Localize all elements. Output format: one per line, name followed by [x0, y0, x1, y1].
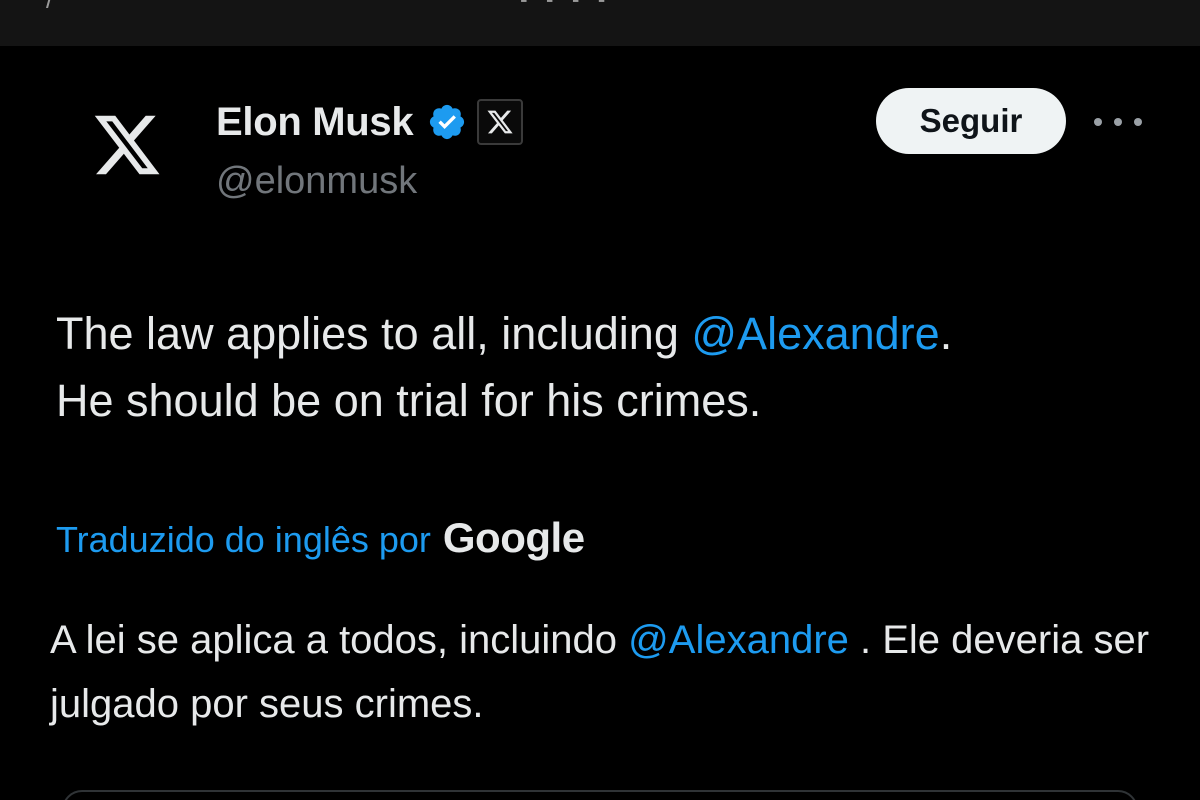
- tweet-text: The law applies to all, including @Alexa…: [56, 300, 1156, 434]
- display-name[interactable]: Elon Musk: [216, 96, 414, 148]
- translated-by-link[interactable]: Traduzido do inglês por: [56, 514, 431, 566]
- translated-text: A lei se aplica a todos, incluindo @Alex…: [50, 608, 1150, 736]
- author-row: Elon Musk: [216, 96, 524, 148]
- tweet-text-part: .: [939, 308, 953, 359]
- avatar[interactable]: [72, 90, 182, 200]
- dot: [1134, 118, 1142, 126]
- translation-attribution: Traduzido do inglês por Google: [56, 512, 585, 566]
- x-logo-icon: [94, 115, 160, 175]
- dot: [1114, 118, 1122, 126]
- follow-button[interactable]: Seguir: [876, 88, 1066, 154]
- translated-text-part: A lei se aplica a todos, incluindo: [50, 618, 629, 662]
- next-card-edge: [62, 790, 1138, 800]
- affiliate-badge[interactable]: [477, 99, 524, 145]
- back-icon[interactable]: /: [46, 0, 53, 12]
- dot: [1094, 118, 1102, 126]
- user-handle[interactable]: @elonmusk: [216, 156, 417, 206]
- x-logo-icon: [487, 110, 513, 134]
- more-options-icon[interactable]: [1094, 102, 1142, 142]
- verified-badge-icon: [427, 102, 467, 142]
- google-logo: Google: [442, 514, 585, 561]
- header-title-fragment: ▪ ▪ ▪ ▪: [520, 0, 612, 12]
- mention-link[interactable]: @Alexandre: [691, 308, 939, 359]
- tweet-text-part: The law applies to all, including: [56, 308, 692, 359]
- tweet-text-part: He should be on trial for his crimes.: [56, 375, 762, 426]
- tweet-screen: / ▪ ▪ ▪ ▪ Elon Musk @elonmusk Seguir The…: [0, 0, 1200, 800]
- top-bar: / ▪ ▪ ▪ ▪: [0, 0, 1200, 46]
- mention-link[interactable]: @Alexandre: [628, 618, 849, 662]
